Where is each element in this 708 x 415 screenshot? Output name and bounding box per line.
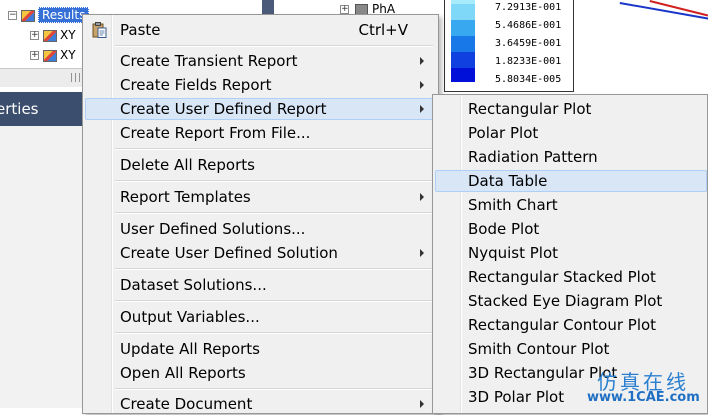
menu-item-create-fields-report[interactable]: Create Fields Report: [85, 74, 436, 96]
menu-item-label: Create User Defined Report: [120, 100, 327, 118]
tree-item-results[interactable]: − Results: [8, 6, 90, 24]
submenu-item-smith-contour-plot[interactable]: Smith Contour Plot: [435, 338, 707, 360]
menu-item-create-user-defined-report[interactable]: Create User Defined Report: [85, 98, 436, 120]
legend-value: 5.4686E-001: [495, 20, 562, 31]
submenu-arrow-icon: [420, 81, 424, 89]
legend-value: 7.2913E-001: [495, 2, 562, 13]
menu-separator: [115, 45, 433, 47]
menu-item-label: Rectangular Contour Plot: [468, 316, 657, 334]
menu-item-label: Smith Chart: [468, 196, 558, 214]
menu-separator: [115, 332, 433, 334]
field-legend: 7.2913E-001 5.4686E-001 3.6459E-001 1.82…: [444, 0, 574, 92]
paste-icon: [92, 22, 107, 38]
menu-item-label: Create Fields Report: [120, 76, 272, 94]
submenu-item-3d-rectangular-plot[interactable]: 3D Rectangular Plot: [435, 362, 707, 384]
menu-item-label: User Defined Solutions...: [120, 220, 306, 238]
menu-item-label: Paste: [120, 21, 161, 39]
menu-item-dataset-solutions[interactable]: Dataset Solutions...: [85, 274, 436, 296]
menu-item-label: Dataset Solutions...: [120, 276, 267, 294]
menu-item-label: Rectangular Plot: [468, 100, 592, 118]
submenu-item-bode-plot[interactable]: Bode Plot: [435, 218, 707, 240]
tree-item-label: XY: [60, 28, 76, 42]
menu-item-report-templates[interactable]: Report Templates: [85, 186, 436, 208]
expand-icon[interactable]: +: [340, 5, 349, 14]
menu-item-label: Radiation Pattern: [468, 148, 598, 166]
xy-plot-icon: [43, 29, 57, 42]
menu-item-label: Stacked Eye Diagram Plot: [468, 292, 663, 310]
tree-item-label: XY: [60, 48, 76, 62]
menu-item-label: 3D Polar Plot: [468, 388, 565, 406]
submenu-arrow-icon: [420, 57, 424, 65]
menu-item-label: 3D Rectangular Plot: [468, 364, 618, 382]
menu-item-label: Create User Defined Solution: [120, 244, 338, 262]
menu-item-create-transient-report[interactable]: Create Transient Report: [85, 50, 436, 72]
submenu-arrow-icon: [420, 400, 424, 408]
menu-item-label: Create Report From File...: [120, 124, 311, 142]
legend-swatch: [451, 20, 475, 36]
submenu-item-3d-polar-plot[interactable]: 3D Polar Plot: [435, 386, 707, 408]
menu-item-open-all-reports[interactable]: Open All Reports: [85, 362, 436, 384]
legend-swatch: [451, 68, 475, 82]
menu-item-create-report-from-file[interactable]: Create Report From File...: [85, 122, 436, 144]
menu-item-create-document[interactable]: Create Document: [85, 393, 436, 415]
menu-item-label: Update All Reports: [120, 340, 260, 358]
legend-swatch: [451, 52, 475, 68]
submenu-item-stacked-eye-diagram-plot[interactable]: Stacked Eye Diagram Plot: [435, 290, 707, 312]
menu-separator: [115, 212, 433, 214]
submenu-item-nyquist-plot[interactable]: Nyquist Plot: [435, 242, 707, 264]
expand-icon[interactable]: +: [30, 31, 39, 40]
collapse-icon[interactable]: −: [8, 11, 17, 20]
legend-value: 3.6459E-001: [495, 38, 562, 49]
legend-swatch: [451, 4, 475, 20]
menu-item-paste[interactable]: Paste Ctrl+V: [85, 19, 436, 41]
menu-item-label: Rectangular Stacked Plot: [468, 268, 656, 286]
menu-item-update-all-reports[interactable]: Update All Reports: [85, 338, 436, 360]
menu-item-label: Nyquist Plot: [468, 244, 559, 262]
xy-plot-icon: [43, 49, 57, 62]
context-menu: Paste Ctrl+V Create Transient Report Cre…: [82, 14, 439, 414]
results-folder-icon: [21, 9, 35, 22]
submenu-item-rectangular-contour-plot[interactable]: Rectangular Contour Plot: [435, 314, 707, 336]
submenu-item-smith-chart[interactable]: Smith Chart: [435, 194, 707, 216]
menu-item-output-variables[interactable]: Output Variables...: [85, 306, 436, 328]
submenu-item-rectangular-plot[interactable]: Rectangular Plot: [435, 98, 707, 120]
legend-swatch: [451, 36, 475, 52]
submenu-item-rectangular-stacked-plot[interactable]: Rectangular Stacked Plot: [435, 266, 707, 288]
menu-item-label: Bode Plot: [468, 220, 540, 238]
submenu-arrow-icon: [420, 249, 424, 257]
report-type-submenu: Rectangular Plot Polar Plot Radiation Pa…: [432, 94, 708, 414]
menu-separator: [115, 148, 433, 150]
menu-item-user-defined-solutions[interactable]: User Defined Solutions...: [85, 218, 436, 240]
menu-item-label: Create Document: [120, 395, 253, 413]
menu-item-label: Data Table: [468, 172, 548, 190]
menu-item-label: Open All Reports: [120, 364, 246, 382]
legend-value: 5.8034E-005: [495, 74, 562, 85]
submenu-item-radiation-pattern[interactable]: Radiation Pattern: [435, 146, 707, 168]
menu-separator: [115, 268, 433, 270]
menu-item-shortcut: Ctrl+V: [358, 21, 408, 39]
menu-item-label: Polar Plot: [468, 124, 539, 142]
tree-item-xy-plot-2[interactable]: + XY: [30, 46, 76, 64]
menu-item-label: Output Variables...: [120, 308, 260, 326]
properties-panel-title: erties: [0, 100, 39, 118]
menu-item-label: Report Templates: [120, 188, 251, 206]
tree-item-xy-plot-1[interactable]: + XY: [30, 26, 76, 44]
legend-value: 1.8233E-001: [495, 56, 562, 67]
menu-separator: [115, 388, 433, 390]
menu-item-create-user-defined-solution[interactable]: Create User Defined Solution: [85, 242, 436, 264]
menu-separator: [115, 180, 433, 182]
menu-item-delete-all-reports[interactable]: Delete All Reports: [85, 154, 436, 176]
submenu-arrow-icon: [420, 193, 424, 201]
submenu-arrow-icon: [420, 105, 424, 113]
submenu-item-polar-plot[interactable]: Polar Plot: [435, 122, 707, 144]
menu-item-label: Smith Contour Plot: [468, 340, 610, 358]
expand-icon[interactable]: +: [30, 51, 39, 60]
menu-item-label: Create Transient Report: [120, 52, 298, 70]
menu-item-label: Delete All Reports: [120, 156, 255, 174]
submenu-item-data-table[interactable]: Data Table: [435, 170, 707, 192]
scroll-grip-icon: |||: [70, 73, 83, 83]
menu-separator: [115, 300, 433, 302]
